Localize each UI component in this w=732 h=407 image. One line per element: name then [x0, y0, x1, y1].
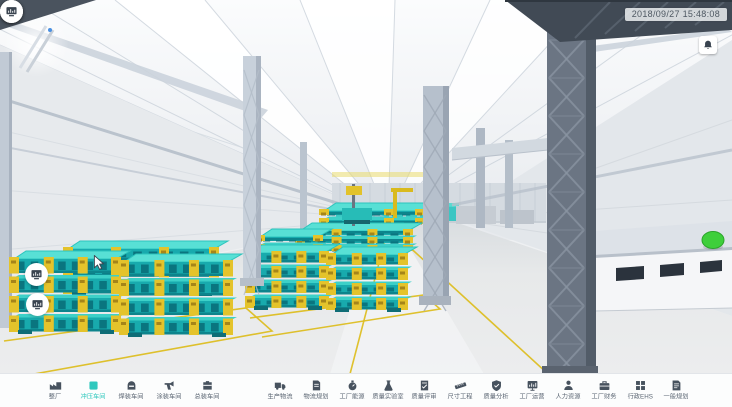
review-doc-icon — [418, 379, 431, 392]
dashboard-chart-icon — [30, 268, 43, 281]
document-icon — [310, 379, 323, 392]
die-stack-front — [119, 254, 242, 337]
tab-label: 总装车间 — [195, 393, 220, 400]
tab-label: 涂装车间 — [157, 393, 182, 400]
module-general-planning[interactable]: 一般规划 — [658, 374, 694, 407]
briefcase-icon — [598, 379, 611, 392]
factory-icon — [49, 379, 62, 392]
module-label: 人力资源 — [556, 393, 581, 400]
toolbox-icon — [201, 379, 214, 392]
green-marker — [702, 232, 724, 249]
tab-label: 冲压车间 — [81, 393, 106, 400]
module-human-resources[interactable]: 人力资源 — [550, 374, 586, 407]
workshop-tabs: 整厂 冲压车间 焊装车间 涂装车间 — [36, 374, 226, 407]
die-stack-mid — [326, 247, 417, 312]
module-factory-energy[interactable]: 工厂能源 — [334, 374, 370, 407]
module-label: 一般规划 — [664, 393, 689, 400]
gauge-icon — [346, 379, 359, 392]
tab-painting-shop[interactable]: 涂装车间 — [150, 374, 188, 407]
module-label: 工厂运营 — [520, 393, 545, 400]
flask-icon — [382, 379, 395, 392]
module-label: 工厂财务 — [592, 393, 617, 400]
module-label: 工厂能源 — [340, 393, 365, 400]
app-window: 2018/09/27 15:48:08 — [0, 0, 732, 407]
module-production-logistics[interactable]: 生产物流 — [262, 374, 298, 407]
chart-board-icon — [526, 379, 539, 392]
bottom-toolbar: 整厂 冲压车间 焊装车间 涂装车间 — [0, 373, 732, 407]
tab-assembly-shop[interactable]: 总装车间 — [188, 374, 226, 407]
factory-scene — [0, 0, 732, 374]
truck-icon — [274, 379, 287, 392]
module-dimension-engineering[interactable]: 尺寸工程 — [442, 374, 478, 407]
monitor-button-2[interactable] — [26, 293, 49, 316]
module-quality-review[interactable]: 质量评审 — [406, 374, 442, 407]
monitor-button-1[interactable] — [25, 263, 48, 286]
module-ehs[interactable]: 行政EHS — [622, 374, 658, 407]
module-label: 质量实验室 — [372, 393, 403, 400]
module-label: 质量分析 — [484, 393, 509, 400]
tab-label: 整厂 — [49, 393, 61, 400]
person-icon — [562, 379, 575, 392]
module-label: 物流规划 — [304, 393, 329, 400]
module-logistics-planning[interactable]: 物流规划 — [298, 374, 334, 407]
module-label: 质量评审 — [412, 393, 437, 400]
tab-stamping-shop[interactable]: 冲压车间 — [74, 374, 112, 407]
stamping-icon — [87, 379, 100, 392]
dashboard-chart-icon — [31, 298, 44, 311]
module-buttons: 生产物流 物流规划 工厂能源 质量实验 — [262, 374, 694, 407]
spray-gun-icon — [163, 379, 176, 392]
module-label: 尺寸工程 — [448, 393, 473, 400]
viewport-3d[interactable] — [0, 0, 732, 374]
shield-icon — [490, 379, 503, 392]
monitor-button-5[interactable] — [0, 0, 23, 23]
notification-button[interactable] — [699, 36, 717, 54]
grid-icon — [634, 379, 647, 392]
module-factory-operations[interactable]: 工厂运营 — [514, 374, 550, 407]
tab-whole-plant[interactable]: 整厂 — [36, 374, 74, 407]
timestamp-chip: 2018/09/27 15:48:08 — [625, 8, 727, 21]
dashboard-chart-icon — [5, 5, 18, 18]
module-quality-analysis[interactable]: 质量分析 — [478, 374, 514, 407]
welding-helmet-icon — [125, 379, 138, 392]
plan-doc-icon — [670, 379, 683, 392]
module-factory-finance[interactable]: 工厂财务 — [586, 374, 622, 407]
tab-label: 焊装车间 — [119, 393, 144, 400]
die-stack-front — [9, 251, 130, 334]
tab-welding-shop[interactable]: 焊装车间 — [112, 374, 150, 407]
ruler-icon — [454, 379, 467, 392]
module-quality-lab[interactable]: 质量实验室 — [370, 374, 406, 407]
module-label: 生产物流 — [268, 393, 293, 400]
bell-icon — [702, 39, 714, 52]
module-label: 行政EHS — [627, 393, 652, 400]
